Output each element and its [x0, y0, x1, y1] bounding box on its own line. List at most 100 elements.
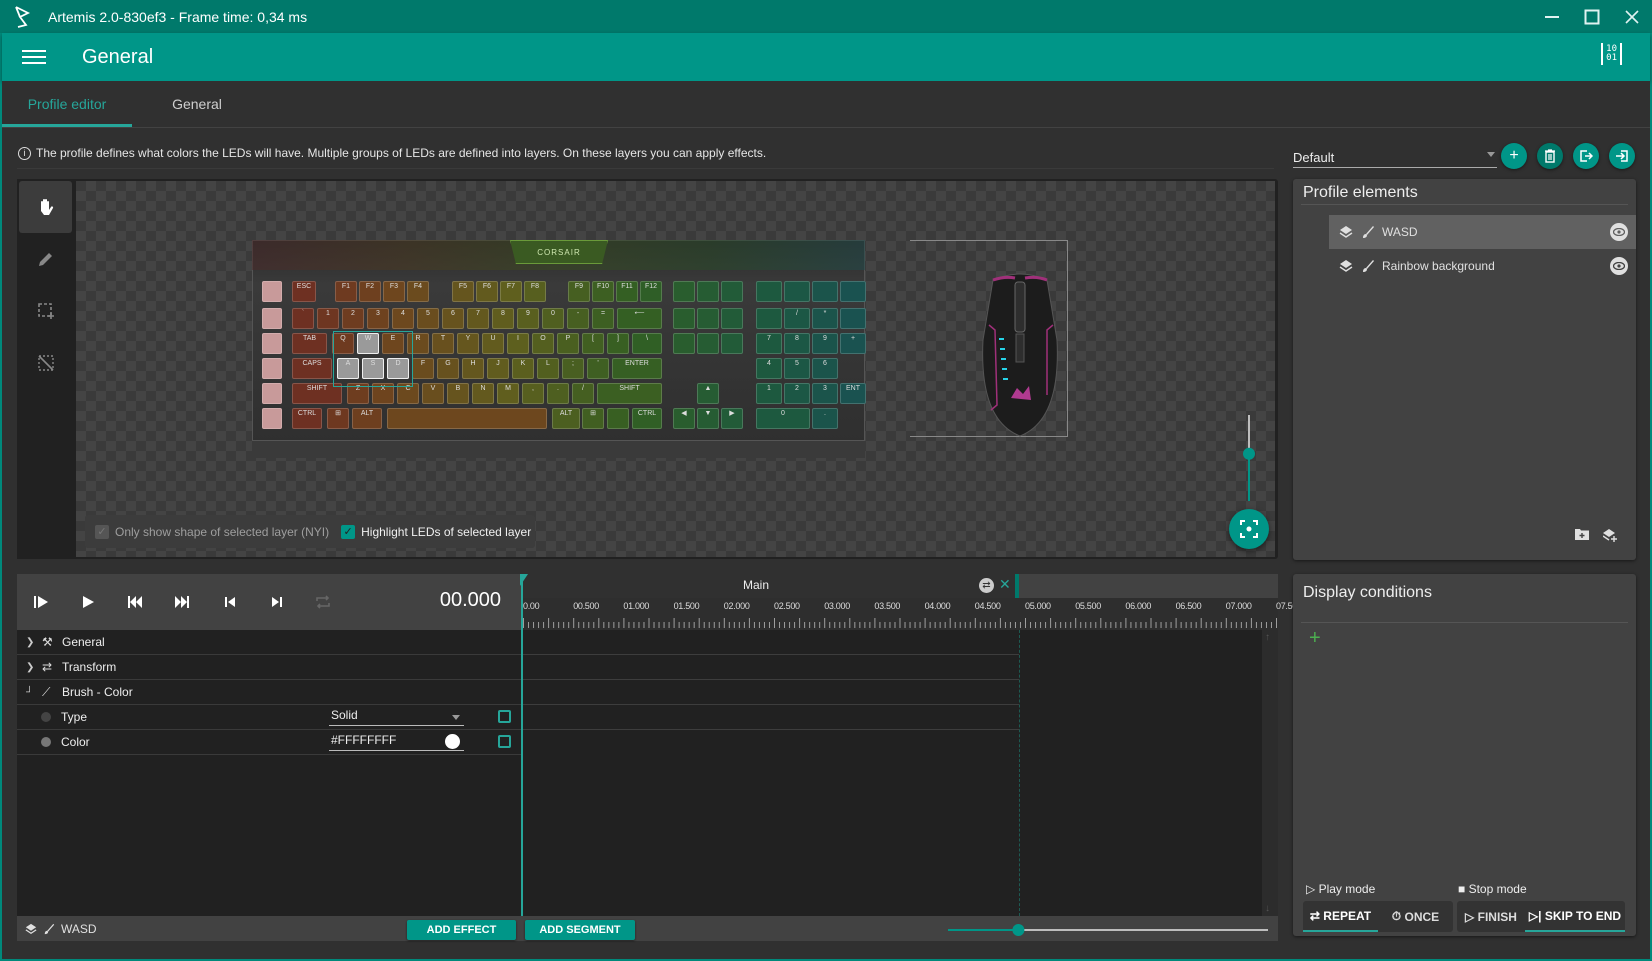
- keyboard-key[interactable]: ,: [522, 383, 544, 404]
- keyboard-key[interactable]: F7: [500, 281, 522, 302]
- keyboard-key[interactable]: N: [472, 383, 494, 404]
- add-segment-button[interactable]: ADD SEGMENT: [525, 920, 635, 940]
- keyboard-key[interactable]: [697, 281, 719, 302]
- keyboard-key[interactable]: [673, 308, 695, 329]
- keyboard-key[interactable]: F4: [407, 281, 429, 302]
- fit-to-screen-button[interactable]: [1229, 509, 1269, 549]
- keyboard-key[interactable]: 6: [442, 308, 464, 329]
- keyboard-key[interactable]: ⊞: [582, 408, 604, 429]
- keyboard-key[interactable]: [840, 281, 866, 302]
- keyboard-key[interactable]: V: [422, 383, 444, 404]
- keyboard-key[interactable]: F6: [476, 281, 498, 302]
- property-group-brush-color[interactable]: ┘ ⟋ Brush - Color: [17, 680, 521, 705]
- keyboard-key[interactable]: CTRL: [632, 408, 662, 429]
- delete-profile-button[interactable]: [1537, 143, 1563, 169]
- binary-icon[interactable]: 10 01: [1601, 43, 1622, 65]
- add-effect-button[interactable]: ADD EFFECT: [407, 920, 516, 940]
- keyboard-key[interactable]: 2: [342, 308, 364, 329]
- keyboard-key[interactable]: ▼: [697, 408, 719, 429]
- repeat-toggle-button[interactable]: [313, 592, 333, 612]
- keyboard-key[interactable]: ⟵: [617, 308, 662, 329]
- keyboard-key[interactable]: L: [537, 358, 559, 379]
- keyboard-key[interactable]: ⊞: [327, 408, 349, 429]
- keyboard-key[interactable]: 4: [756, 358, 782, 379]
- segment-repeat-icon[interactable]: ⇄: [979, 578, 994, 593]
- keyboard-key[interactable]: [387, 408, 547, 429]
- keyboard-key[interactable]: [262, 358, 282, 379]
- keyboard-key[interactable]: F2: [359, 281, 381, 302]
- keyboard-key[interactable]: [756, 308, 782, 329]
- selection-remove-tool-button[interactable]: [19, 337, 72, 389]
- keyboard-key[interactable]: /: [784, 308, 810, 329]
- keyboard-key[interactable]: [840, 308, 866, 329]
- keyboard-key[interactable]: 9: [812, 333, 838, 354]
- keyboard-key[interactable]: *: [812, 308, 838, 329]
- add-profile-button[interactable]: +: [1501, 143, 1527, 169]
- keyboard-key[interactable]: [697, 308, 719, 329]
- maximize-button[interactable]: [1572, 0, 1612, 33]
- keyboard-key[interactable]: 0: [756, 408, 810, 429]
- keyboard-key[interactable]: ALT: [352, 408, 382, 429]
- keyboard-key[interactable]: +: [840, 333, 866, 354]
- keyboard-key[interactable]: F3: [383, 281, 405, 302]
- timeline-cursor[interactable]: [521, 576, 523, 916]
- keyboard-key[interactable]: ]: [607, 333, 629, 354]
- timeline-scrollbar[interactable]: ↑ ↓: [1262, 630, 1278, 916]
- highlight-leds-checkbox[interactable]: ✓: [341, 524, 356, 539]
- keyboard-key[interactable]: \: [632, 333, 662, 354]
- slider-thumb[interactable]: [1243, 447, 1255, 460]
- import-profile-button[interactable]: [1609, 143, 1635, 169]
- keyboard-key[interactable]: [673, 333, 695, 354]
- brush-type-select[interactable]: Solid: [329, 708, 464, 726]
- keyboard-key[interactable]: ENTER: [612, 358, 662, 379]
- timeline-cursor-handle[interactable]: [520, 574, 528, 586]
- keyboard-key[interactable]: [721, 281, 743, 302]
- play-from-start-button[interactable]: [31, 592, 51, 612]
- keyboard-key[interactable]: 7: [467, 308, 489, 329]
- keyboard-key[interactable]: 2: [784, 383, 810, 404]
- keyboard-key[interactable]: 3: [367, 308, 389, 329]
- copy-icon[interactable]: [498, 735, 511, 748]
- keyboard-key[interactable]: [: [582, 333, 604, 354]
- selection-add-tool-button[interactable]: [19, 285, 72, 337]
- keyboard-key[interactable]: F8: [524, 281, 546, 302]
- stopwatch-icon[interactable]: [41, 712, 51, 722]
- property-group-general[interactable]: ❯ ⚒ General: [17, 630, 521, 655]
- keyboard-key[interactable]: 8: [492, 308, 514, 329]
- play-button[interactable]: [78, 592, 98, 612]
- keyboard-key[interactable]: SHIFT: [597, 383, 662, 404]
- export-profile-button[interactable]: [1573, 143, 1599, 169]
- property-group-transform[interactable]: ❯ ⇄ Transform: [17, 655, 521, 680]
- keyboard-key[interactable]: [697, 333, 719, 354]
- stop-mode-skip-to-end[interactable]: ▷| SKIP TO END: [1525, 901, 1625, 932]
- keyboard-key[interactable]: ◀: [673, 408, 695, 429]
- keyboard-key[interactable]: ;: [562, 358, 584, 379]
- keyboard-key[interactable]: F: [412, 358, 434, 379]
- arrow-down-icon[interactable]: ↓: [1265, 903, 1270, 914]
- keyboard-key[interactable]: ENT: [840, 383, 866, 404]
- keyboard-key[interactable]: G: [437, 358, 459, 379]
- play-mode-once[interactable]: ⏱ ONCE: [1378, 901, 1453, 932]
- keyboard-key[interactable]: ESC: [292, 281, 316, 302]
- go-to-start-button[interactable]: [125, 592, 145, 612]
- keyboard-key[interactable]: F11: [616, 281, 638, 302]
- only-show-shape-checkbox[interactable]: ✓: [95, 524, 109, 539]
- keyboard-key[interactable]: .: [547, 383, 569, 404]
- eye-icon[interactable]: [1610, 223, 1628, 241]
- keyboard-key[interactable]: ': [587, 358, 609, 379]
- keyboard-key[interactable]: [607, 408, 629, 429]
- keyboard-key[interactable]: 0: [542, 308, 564, 329]
- keyboard-key[interactable]: 3: [812, 383, 838, 404]
- keyboard-key[interactable]: F5: [452, 281, 474, 302]
- keyboard-key[interactable]: K: [512, 358, 534, 379]
- minimize-button[interactable]: [1532, 0, 1572, 33]
- eye-icon[interactable]: [1610, 257, 1628, 275]
- segment-remove-icon[interactable]: ✕: [999, 576, 1011, 593]
- keyboard-key[interactable]: Y: [457, 333, 479, 354]
- keyboard-key[interactable]: 4: [392, 308, 414, 329]
- keyboard-key[interactable]: P: [557, 333, 579, 354]
- keyboard-key[interactable]: /: [572, 383, 594, 404]
- keyboard-key[interactable]: 8: [784, 333, 810, 354]
- segment-end-handle[interactable]: [1015, 574, 1019, 598]
- timeline-zoom-slider[interactable]: [948, 924, 1268, 936]
